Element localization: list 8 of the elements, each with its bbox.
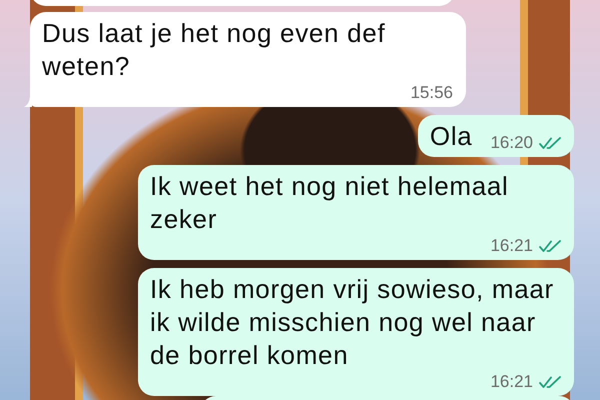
message-text: Ola: [430, 120, 472, 153]
message-time: 16:21: [490, 236, 533, 256]
message-text: Ik heb morgen vrij sowieso, maar ik wilde misschien nog wel naar de borrel komen: [150, 273, 555, 372]
message-time: 15:56: [410, 83, 453, 103]
message-time: 16:20: [490, 133, 533, 153]
message-text: Dus laat je het nog even def weten?: [42, 17, 386, 83]
message-text: Ik weet het nog niet helemaal zeker: [150, 170, 510, 236]
message-time: 16:21: [490, 372, 533, 392]
